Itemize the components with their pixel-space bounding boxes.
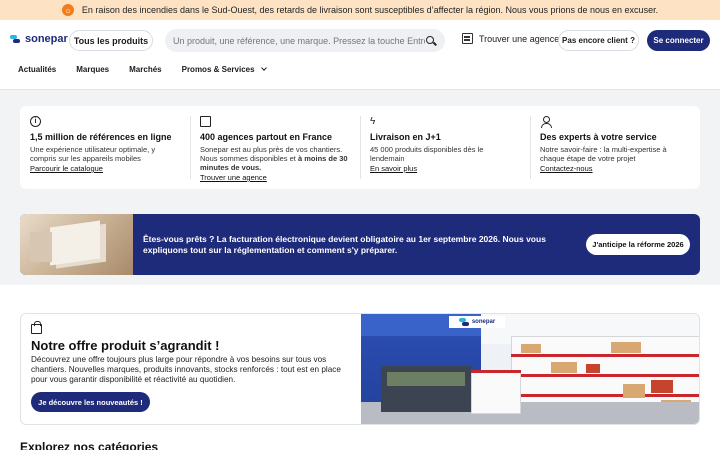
shelf-stripe — [511, 394, 699, 397]
chevron-down-icon — [260, 65, 267, 71]
product-box — [651, 380, 673, 393]
offer-content: Notre offre produit s’agrandit ! Découvr… — [21, 314, 361, 424]
feature-delivery: ϟ Livraison en J+1 45 000 produits dispo… — [360, 106, 530, 189]
find-agency-link[interactable]: Trouver une agence — [462, 33, 559, 44]
sonepar-logo[interactable]: sonepar — [10, 33, 68, 45]
product-box — [586, 364, 600, 373]
search-bar — [165, 29, 445, 52]
feature-desc: Sonepar est au plus près de vos chantier… — [200, 145, 350, 172]
feature-title: 1,5 million de références en ligne — [30, 132, 172, 142]
product-box — [611, 342, 641, 353]
browse-catalog-link[interactable]: Parcourir le catalogue — [30, 164, 180, 173]
product-box — [623, 384, 645, 398]
store-sign-text: sonepar — [471, 319, 496, 325]
shelf-stripe — [511, 354, 699, 357]
person-icon — [540, 116, 552, 128]
offer-description: Découvrez une offre toujours plus large … — [31, 355, 341, 384]
site-header: sonepar Tous les produits Trouver une ag… — [0, 20, 720, 90]
contact-us-link[interactable]: Contactez-nous — [540, 164, 690, 173]
info-icon: i — [30, 116, 41, 127]
sonepar-logo-icon — [10, 35, 21, 43]
store-sign: sonepar — [449, 316, 505, 328]
feature-agencies: 400 agences partout en France Sonepar es… — [190, 106, 360, 189]
alert-text: En raison des incendies dans le Sud-Oues… — [81, 5, 659, 15]
feature-desc: Une expérience utilisateur optimale, y c… — [30, 145, 156, 163]
tool-display — [387, 372, 465, 386]
all-products-button[interactable]: Tous les produits — [69, 30, 153, 51]
alert-banner: ☼ En raison des incendies dans le Sud-Ou… — [0, 0, 720, 20]
feature-desc: 45 000 produits disponibles dès le lende… — [370, 145, 484, 163]
banner-text: Êtes-vous prêts ? La facturation électro… — [143, 233, 546, 255]
nav-item-actualites[interactable]: Actualités — [18, 65, 56, 74]
feature-experts: Des experts à votre service Notre savoir… — [530, 106, 700, 189]
e-invoicing-banner: Êtes-vous prêts ? La facturation électro… — [20, 214, 700, 275]
find-agency-feature-link[interactable]: Trouver une agence — [200, 173, 350, 182]
nav-item-promos-services-label: Promos & Services — [181, 65, 255, 74]
login-button[interactable]: Se connecter — [647, 30, 710, 51]
store-icon — [462, 33, 473, 44]
search-input[interactable] — [173, 35, 425, 46]
reform-2026-button[interactable]: J'anticipe la réforme 2026 — [586, 234, 690, 255]
nav-item-marches[interactable]: Marchés — [129, 65, 161, 74]
banner-image — [20, 214, 133, 275]
product-offer-card: Notre offre produit s’agrandit ! Découvr… — [20, 313, 700, 425]
search-icon[interactable] — [425, 35, 437, 47]
sonepar-logo-icon — [458, 318, 470, 326]
find-agency-label: Trouver une agence — [479, 33, 560, 44]
building-icon — [200, 116, 211, 127]
feature-desc: Notre savoir-faire : la multi-expertise … — [540, 145, 667, 163]
feature-title: Livraison en J+1 — [370, 132, 441, 142]
shelf-stripe — [511, 374, 699, 377]
logo-text: sonepar — [25, 33, 68, 45]
section-heading: Explorez nos catégories — [20, 440, 159, 450]
learn-more-link[interactable]: En savoir plus — [370, 164, 520, 173]
not-client-button[interactable]: Pas encore client ? — [558, 30, 639, 51]
nav-item-promos-services[interactable]: Promos & Services — [181, 65, 267, 74]
store-shelf — [471, 370, 521, 414]
product-box — [551, 362, 577, 373]
main-nav: Actualités Marques Marchés Promos & Serv… — [18, 65, 267, 74]
feature-references: i 1,5 million de références en ligne Une… — [20, 106, 190, 189]
feature-title: 400 agences partout en France — [200, 132, 333, 142]
nav-item-marques[interactable]: Marques — [76, 65, 109, 74]
shelf-stripe — [471, 370, 521, 373]
offer-title: Notre offre produit s’agrandit ! — [31, 338, 220, 353]
warning-icon: ☼ — [61, 4, 74, 16]
product-box — [521, 344, 541, 353]
discover-new-products-button[interactable]: Je découvre les nouveautés ! — [31, 392, 150, 412]
shopping-bag-icon — [31, 321, 42, 334]
store-photo: sonepar — [361, 314, 699, 424]
lightning-icon: ϟ — [370, 116, 376, 127]
feature-title: Des experts à votre service — [540, 132, 657, 142]
features-card: i 1,5 million de références en ligne Une… — [20, 106, 700, 189]
